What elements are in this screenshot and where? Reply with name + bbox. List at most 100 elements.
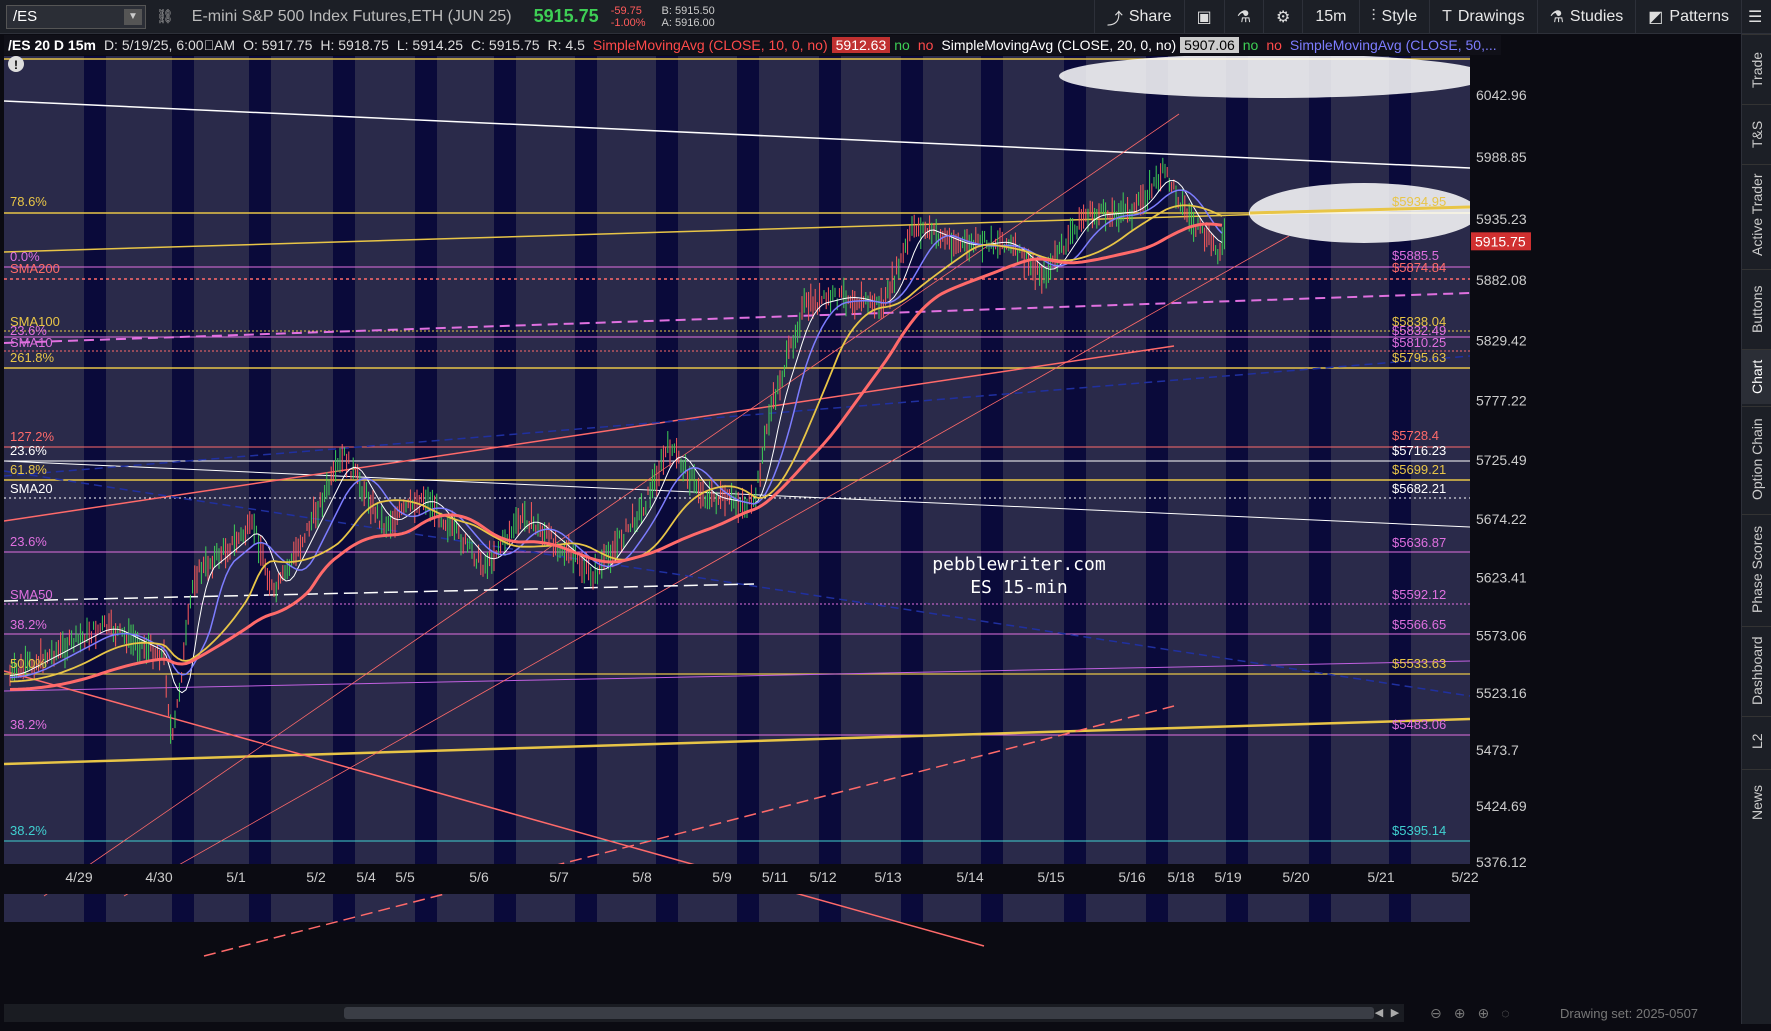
price-axis-label: 5829.42 xyxy=(1476,333,1527,349)
style-button[interactable]: ⫶ Style xyxy=(1358,0,1430,34)
left-annotation-label: 78.6% xyxy=(10,194,47,209)
candle-style-icon: ⫶ xyxy=(1371,8,1376,25)
session-band-7 xyxy=(656,56,678,922)
left-annotation-label: 38.2% xyxy=(10,617,47,632)
left-annotation-label: SMA20 xyxy=(10,481,53,496)
sidebar-tab-chart[interactable]: Chart xyxy=(1742,349,1771,404)
sma20-flag-1: no xyxy=(1242,37,1259,53)
timeframe-button[interactable]: 15m xyxy=(1302,0,1358,34)
scroll-right-arrow-icon[interactable]: ▶ xyxy=(1388,1004,1402,1022)
drawings-button[interactable]: T Drawings xyxy=(1429,0,1536,34)
symbol-text: /ES xyxy=(13,8,38,25)
left-annotation-label: 50.0% xyxy=(10,656,47,671)
watermark-line2: ES 15-min xyxy=(970,577,1068,598)
sma50-study-label[interactable]: SimpleMovingAvg (CLOSE, 50,... xyxy=(1286,37,1501,53)
flask-button[interactable]: ⚗ xyxy=(1223,0,1263,34)
instrument-description: E-mini S&P 500 Index Futures,ETH (JUN 25… xyxy=(191,7,512,25)
patterns-icon: ◩ xyxy=(1648,9,1664,26)
sidebar-tab-t-s[interactable]: T&S xyxy=(1742,104,1771,164)
symbol-input[interactable]: /ES ▼ xyxy=(6,4,146,29)
session-band-5 xyxy=(494,56,516,922)
session-band-6 xyxy=(575,56,597,922)
drawing-cursor-icon[interactable]: ↗ xyxy=(1482,56,1499,57)
sidebar-tab-l2[interactable]: L2 xyxy=(1742,716,1771,766)
sidebar-tab-option-chain[interactable]: Option Chain xyxy=(1742,406,1771,511)
settings-button[interactable]: ⚙ xyxy=(1263,0,1302,34)
chart-info-bar: /ES 20 D 15m D: 5/19/25, 6:00 AM O: 5917… xyxy=(4,35,1501,55)
session-band-2 xyxy=(249,56,271,922)
chart-canvas[interactable]: 6042.96 5988.85 5935.23 5882.08 5829.42 5777.… xyxy=(4,56,1654,976)
zoom-out-icon[interactable]: ⊖ xyxy=(1430,1005,1442,1022)
session-band-0 xyxy=(84,56,106,922)
alert-icon-glyph: ! xyxy=(14,58,18,72)
sidebar-tab-phase-scores[interactable]: Phase Scores xyxy=(1742,514,1771,624)
chart-symbol-period: /ES 20 D 15m xyxy=(8,37,96,53)
time-axis-label: 5/22 xyxy=(1451,869,1478,885)
scroll-left-arrow-icon[interactable]: ◀ xyxy=(1372,1004,1386,1022)
sma10-flag-2: no xyxy=(917,37,934,53)
price-axis-label: 6042.96 xyxy=(1476,87,1527,103)
sma20-study-label[interactable]: SimpleMovingAvg (CLOSE, 20, 0, no) xyxy=(937,37,1180,53)
price-axis-label: 5674.22 xyxy=(1476,511,1527,527)
sma10-study-label[interactable]: SimpleMovingAvg (CLOSE, 10, 0, no) xyxy=(589,37,832,53)
zoom-in-icon[interactable]: ⊕ xyxy=(1454,1005,1466,1022)
price-axis-label: 5523.16 xyxy=(1476,685,1527,701)
price-axis-label: 5935.23 xyxy=(1476,211,1527,227)
sidebar-tab-news[interactable]: News xyxy=(1742,769,1771,834)
time-axis-label: 5/2 xyxy=(306,869,326,885)
right-annotation-label: $5874.84 xyxy=(1392,260,1446,275)
share-icon: ⤴ xyxy=(1106,11,1123,28)
time-axis-label: 5/16 xyxy=(1118,869,1145,885)
right-annotation-label: $5566.65 xyxy=(1392,617,1446,632)
left-annotation-label: SMA10 xyxy=(10,335,53,350)
time-axis-label: 4/30 xyxy=(145,869,172,885)
style-label: Style xyxy=(1381,8,1418,25)
price-axis-label: 5777.22 xyxy=(1476,393,1527,409)
time-axis-label: 5/9 xyxy=(712,869,732,885)
time-axis-label: 5/6 xyxy=(469,869,489,885)
flask-studies-icon: ⚗ xyxy=(1549,9,1564,26)
time-axis-label: 5/12 xyxy=(809,869,836,885)
right-annotation-label: $5483.06 xyxy=(1392,717,1446,732)
highlight-ellipse-top xyxy=(1059,56,1489,98)
sidebar-tab-trade[interactable]: Trade xyxy=(1742,34,1771,104)
bid-value: B: 5915.50 xyxy=(661,4,715,17)
drawing-tool-icon: T xyxy=(1442,8,1452,25)
horizontal-scrollbar[interactable] xyxy=(4,1004,1404,1022)
price-axis-label: 5988.85 xyxy=(1476,149,1527,165)
patterns-button[interactable]: ◩ Patterns xyxy=(1635,0,1741,34)
studies-button[interactable]: ⚗ Studies xyxy=(1536,0,1636,34)
snapshot-button[interactable]: ▣ xyxy=(1183,0,1224,34)
left-annotation-label: 38.2% xyxy=(10,823,47,838)
left-annotation-label: 23.6% xyxy=(10,534,47,549)
price-axis-label: 5424.69 xyxy=(1476,798,1527,814)
price-chart[interactable]: 6042.96 5988.85 5935.23 5882.08 5829.42 5777.… xyxy=(4,56,1654,976)
menu-button[interactable]: ☰ xyxy=(1741,0,1771,34)
chevron-down-icon[interactable]: ▼ xyxy=(124,8,142,25)
top-toolbar: /ES ▼ ⛓ E-mini S&P 500 Index Futures,ETH… xyxy=(0,0,1771,34)
change-value: -59.75 xyxy=(610,4,642,17)
patterns-label: Patterns xyxy=(1669,8,1729,25)
link-icon[interactable]: ⛓ xyxy=(156,8,174,25)
right-annotation-label: $5682.21 xyxy=(1392,481,1446,496)
sidebar-tab-buttons[interactable]: Buttons xyxy=(1742,269,1771,349)
fit-icon[interactable]: ◌ xyxy=(1501,1005,1509,1021)
sidebar-tab-active-trader[interactable]: Active Trader xyxy=(1742,164,1771,264)
right-annotation-label: $5934.95 xyxy=(1392,194,1446,209)
scrollbar-thumb[interactable] xyxy=(344,1007,1374,1019)
crosshair-icon[interactable]: ⊕ xyxy=(1477,1005,1489,1022)
time-axis-label: 5/8 xyxy=(632,869,652,885)
share-button[interactable]: ⤴ Share xyxy=(1093,0,1184,34)
right-annotation-label: $5592.12 xyxy=(1392,587,1446,602)
current-price-tag: 5915.75 xyxy=(1471,232,1531,251)
hamburger-icon: ☰ xyxy=(1748,9,1763,26)
flask-icon: ⚗ xyxy=(1236,9,1252,26)
right-annotation-label: $5636.87 xyxy=(1392,535,1446,550)
session-band-10 xyxy=(901,56,923,922)
right-annotation-label: $5699.21 xyxy=(1392,462,1446,477)
time-axis-label: 5/15 xyxy=(1037,869,1064,885)
time-axis-label: 5/14 xyxy=(956,869,983,885)
sidebar-tab-dashboard[interactable]: Dashboard xyxy=(1742,626,1771,714)
price-change: -59.75 -1.00% xyxy=(611,5,646,29)
price-axis-label: 5376.12 xyxy=(1476,854,1527,870)
